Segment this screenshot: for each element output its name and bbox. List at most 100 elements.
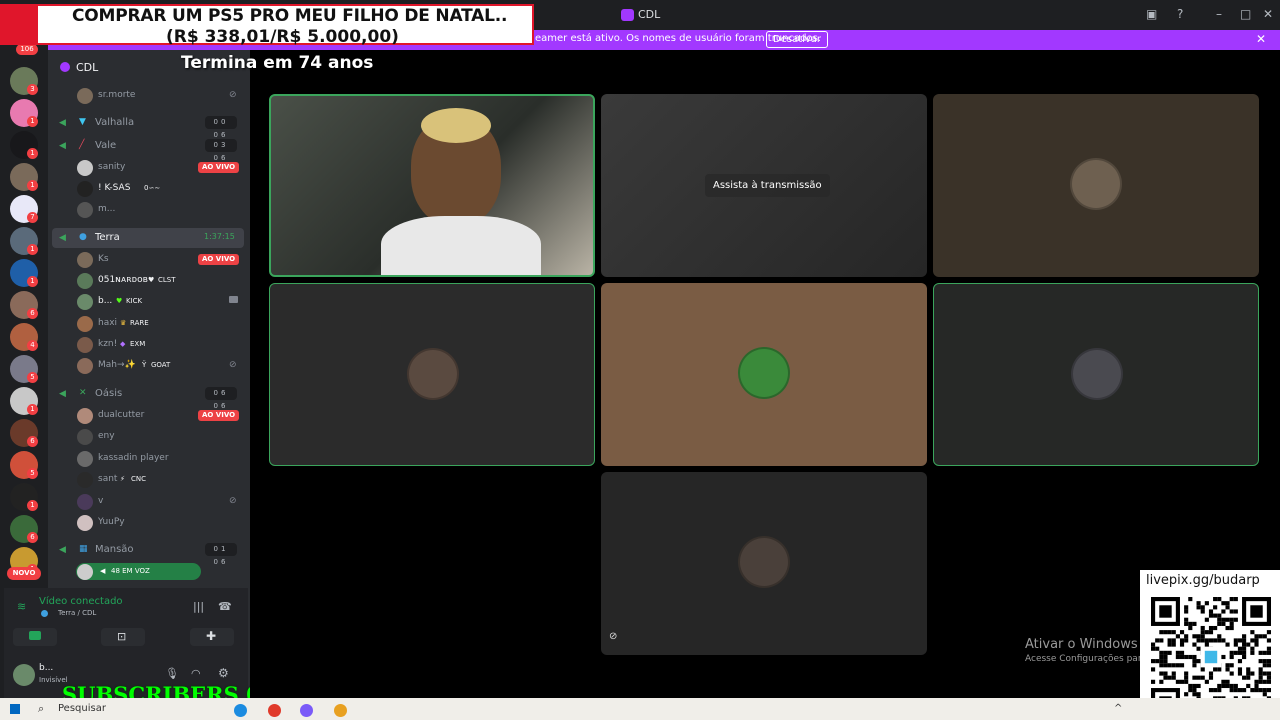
qr-module: [1188, 683, 1193, 689]
qr-module: [1167, 650, 1172, 655]
video-tile[interactable]: [933, 94, 1259, 277]
close-window-icon[interactable]: ✕: [1263, 7, 1273, 21]
username: sr.morte: [98, 90, 136, 100]
qr-module: [1258, 675, 1263, 680]
minimize-icon[interactable]: –: [1216, 7, 1222, 21]
user-count: 01 06: [205, 543, 237, 566]
voice-channel-terra[interactable]: ◀ ● Terra 1:37:15: [52, 228, 244, 248]
qr-module: [1196, 675, 1201, 680]
voice-user[interactable]: m...: [52, 200, 244, 220]
voice-user[interactable]: ! K-SAS 0∽∼: [52, 179, 244, 199]
gear-icon[interactable]: ⚙: [218, 666, 229, 680]
screen-icon[interactable]: ▣: [1146, 7, 1157, 21]
watch-stream-button[interactable]: Assista à transmissão: [705, 174, 830, 197]
qr-module: [1258, 650, 1263, 655]
close-banner-icon[interactable]: ✕: [1256, 32, 1266, 46]
qr-module: [1188, 597, 1193, 602]
voice-user[interactable]: dualcutter AO VIVO: [52, 406, 244, 426]
qr-module: [1254, 634, 1259, 639]
user-tag: EXM: [130, 340, 146, 348]
qr-module: [1250, 650, 1255, 655]
voice-user[interactable]: Mah→✨ Ÿ GOAT ⊘: [52, 356, 244, 376]
voice-user[interactable]: b... ♥ KICK: [52, 292, 244, 312]
server-badge: 1: [27, 148, 38, 159]
qr-module: [1204, 679, 1209, 684]
qr-module: [1237, 688, 1243, 693]
qr-module: [1246, 667, 1251, 672]
voice-user[interactable]: kassadin player: [52, 449, 244, 469]
voice-channel-oasis[interactable]: ◀ ✕ Oásis 06 06: [52, 384, 244, 410]
voice-status: Vídeo conectado: [39, 596, 123, 607]
avatar: [77, 160, 93, 176]
voice-channel-valhalla[interactable]: ◀ ▼ Valhalla 00 06: [52, 113, 244, 139]
voice-user[interactable]: 051ɴᴀʀᴅᴏʙ ♥ CLST: [52, 271, 244, 291]
qr-module: [1179, 654, 1185, 660]
voice-location[interactable]: Terra / CDL: [58, 609, 96, 617]
activities-button[interactable]: ✚: [190, 628, 234, 646]
taskbar-search[interactable]: Pesquisar: [58, 703, 106, 714]
help-icon[interactable]: ?: [1177, 7, 1183, 21]
search-icon[interactable]: ⌕: [38, 702, 44, 716]
avatar: [77, 451, 93, 467]
voice-user[interactable]: sant ⚡ CNC: [52, 470, 244, 490]
app-icon[interactable]: [268, 704, 281, 717]
qr-module: [1151, 667, 1156, 672]
qr-module: [1266, 688, 1271, 693]
video-tile[interactable]: [601, 283, 927, 466]
qr-module: [1200, 675, 1205, 680]
windows-start-icon[interactable]: [10, 704, 20, 714]
qr-module: [1258, 688, 1263, 693]
qr-module: [1262, 634, 1267, 639]
new-badge[interactable]: NOVO: [7, 567, 41, 580]
in-voice-pill[interactable]: ◀ 48 EM VOZ: [76, 563, 201, 580]
voice-user[interactable]: kzn! ◆ EXM: [52, 335, 244, 355]
qr-module: [1225, 625, 1230, 631]
voice-user[interactable]: YuuPy: [52, 513, 244, 533]
headphones-icon[interactable]: ◠: [191, 667, 201, 680]
qr-module: [1163, 671, 1168, 676]
house-icon: ▦: [79, 544, 88, 554]
voice-user[interactable]: sr.morte ⊘: [52, 86, 244, 106]
video-tile[interactable]: [933, 283, 1259, 466]
qr-module: [1213, 613, 1218, 618]
qr-module: [1225, 683, 1230, 689]
voice-user[interactable]: haxi ♛ RARE: [52, 314, 244, 334]
noise-suppression-icon[interactable]: |||: [193, 600, 204, 613]
qr-module: [1250, 646, 1255, 651]
maximize-icon[interactable]: □: [1240, 7, 1251, 21]
video-tile[interactable]: [601, 472, 927, 655]
camera-button[interactable]: [13, 628, 57, 646]
channel-name: Terra: [95, 232, 120, 243]
user-tag: CNC: [131, 475, 147, 483]
voice-user[interactable]: Ks AO VIVO: [52, 250, 244, 270]
qr-module: [1159, 671, 1164, 676]
qr-module: [1208, 613, 1214, 618]
signal-icon[interactable]: ≋: [17, 600, 26, 613]
voice-user[interactable]: v ⊘: [52, 492, 244, 512]
discord-icon[interactable]: [300, 704, 313, 717]
voice-channel-mansao[interactable]: ◀ ▦ Mansão 01 06: [52, 540, 244, 566]
username: YuuPy: [98, 517, 125, 527]
video-tile-camera[interactable]: [269, 94, 595, 277]
edge-icon[interactable]: [234, 704, 247, 717]
disable-button[interactable]: Desativar: [766, 31, 829, 48]
qr-module: [1163, 659, 1168, 664]
tray-chevron-icon[interactable]: ^: [1114, 703, 1122, 714]
qr-module: [1217, 597, 1222, 602]
voice-user[interactable]: sanity AO VIVO: [52, 158, 244, 178]
avatar: [77, 564, 93, 580]
qr-module: [1204, 630, 1209, 635]
qr-module: [1213, 597, 1218, 602]
qr-module: [1159, 650, 1164, 655]
avatar[interactable]: [13, 664, 35, 686]
screen-share-button[interactable]: ⊡: [101, 628, 145, 646]
qr-module: [1208, 688, 1214, 693]
disconnect-icon[interactable]: ☎: [218, 600, 232, 613]
qr-module: [1237, 659, 1243, 664]
voice-channel-vale[interactable]: ◀ ╱ Vale 03 06: [52, 136, 244, 162]
microphone-icon[interactable]: 🎙: [165, 667, 179, 680]
video-tile[interactable]: [269, 283, 595, 466]
chrome-icon[interactable]: [334, 704, 347, 717]
qr-module: [1175, 663, 1180, 668]
voice-user[interactable]: eny: [52, 427, 244, 447]
